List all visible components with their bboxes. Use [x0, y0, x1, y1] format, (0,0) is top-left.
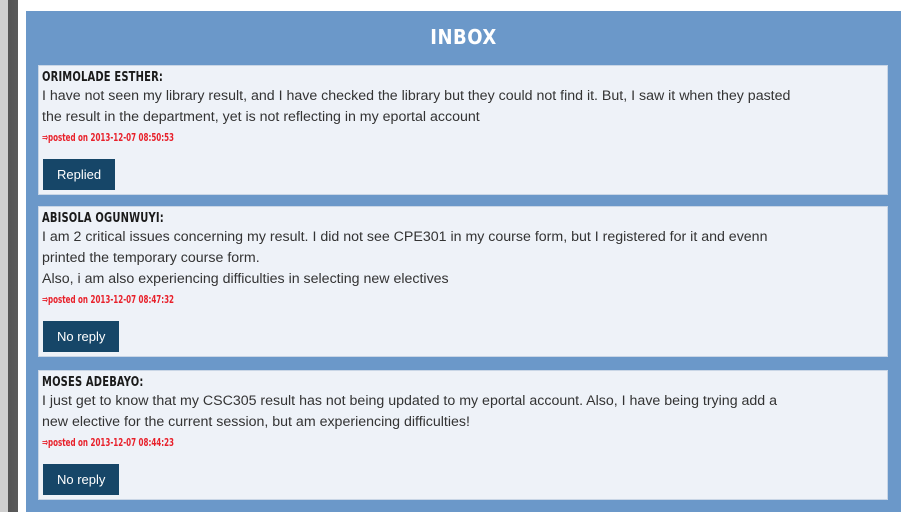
posted-timestamp: ⇒posted on 2013-12-07 08:50:53 — [42, 130, 648, 146]
posted-prefix: posted on — [47, 436, 89, 449]
no-reply-button[interactable]: No reply — [43, 464, 120, 495]
posted-prefix: posted on — [47, 293, 89, 306]
message-sender: ABISOLA OGUNWUYI: — [42, 211, 164, 226]
message-body-line: I have not seen my library result, and I… — [42, 88, 791, 104]
message-body-line: I just get to know that my CSC305 result… — [42, 393, 778, 409]
left-sidebar-edge — [0, 0, 18, 512]
posted-prefix: posted on — [47, 131, 89, 144]
posted-timestamp: ⇒posted on 2013-12-07 08:47:32 — [42, 292, 648, 308]
message-sender: MOSES ADEBAYO: — [42, 375, 144, 390]
message-body-line: new elective for the current session, bu… — [42, 414, 470, 430]
message-body-line: Also, i am also experiencing difficultie… — [42, 271, 449, 287]
message-card: ABISOLA OGUNWUYI: I am 2 critical issues… — [38, 206, 888, 357]
page-title: INBOX — [430, 25, 497, 49]
no-reply-button[interactable]: No reply — [43, 321, 120, 352]
message-body-line: printed the temporary course form. — [42, 250, 260, 266]
posted-datetime: 2013-12-07 08:47:32 — [90, 293, 175, 306]
posted-datetime: 2013-12-07 08:44:23 — [90, 436, 175, 449]
message-card: MOSES ADEBAYO: I just get to know that m… — [38, 370, 888, 500]
posted-timestamp: ⇒posted on 2013-12-07 08:44:23 — [42, 435, 648, 451]
replied-button[interactable]: Replied — [43, 159, 116, 190]
message-sender: ORIMOLADE ESTHER: — [42, 70, 164, 85]
message-body-line: I am 2 critical issues concerning my res… — [42, 229, 768, 245]
message-card: ORIMOLADE ESTHER: I have not seen my lib… — [38, 65, 888, 195]
inbox-panel: INBOX ORIMOLADE ESTHER: I have not seen … — [26, 11, 901, 512]
message-body-line: the result in the department, yet is not… — [42, 109, 480, 125]
posted-datetime: 2013-12-07 08:50:53 — [90, 131, 175, 144]
